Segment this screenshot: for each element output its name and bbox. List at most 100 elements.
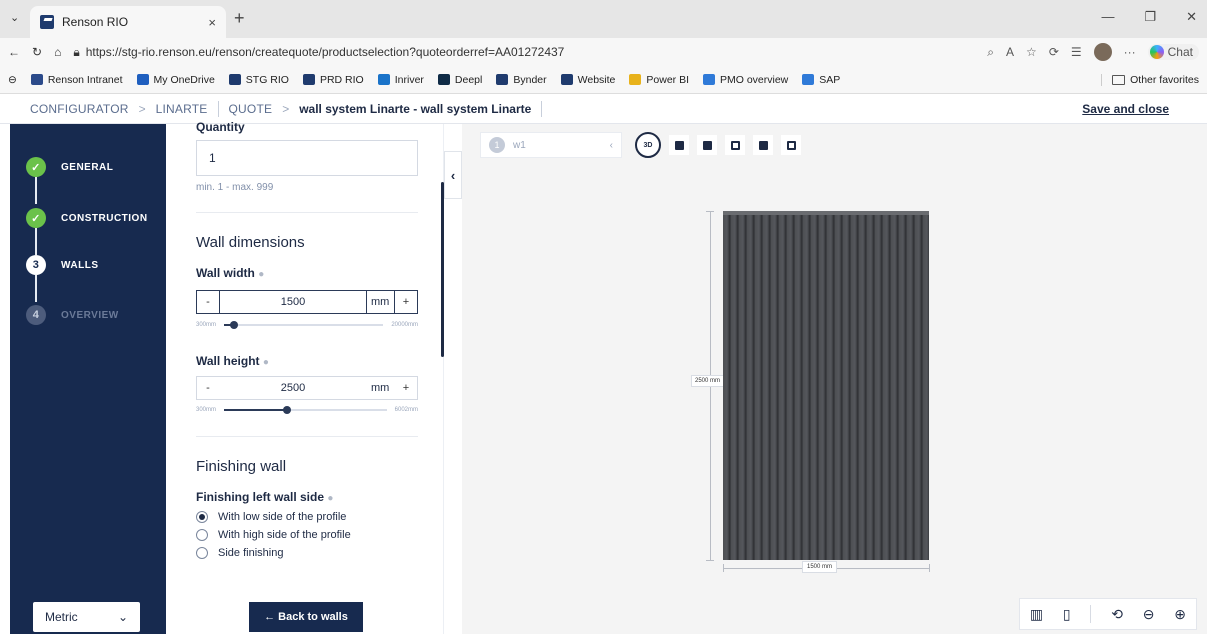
help-icon[interactable]: ● <box>327 493 333 504</box>
other-favorites[interactable]: Other favorites <box>1101 73 1199 86</box>
step-number: 4 <box>26 305 46 325</box>
slider-handle[interactable] <box>229 321 238 329</box>
viewer-toolbar: ▥ ▯ ⟲ ⊖ ⊕ <box>1019 598 1197 630</box>
chevron-left-icon: ‹ <box>609 139 613 151</box>
breadcrumb-linarte[interactable]: LINARTE <box>156 102 208 116</box>
wall-height-input[interactable]: 2500 <box>219 382 367 394</box>
radio-low-side[interactable]: With low side of the profile <box>196 511 418 523</box>
favorite-star-icon[interactable]: ☆ <box>1026 45 1037 59</box>
wall-height-slider[interactable]: 300mm 6002mm <box>196 403 418 417</box>
view-back-button[interactable] <box>697 135 717 155</box>
help-icon[interactable]: ● <box>258 269 264 280</box>
bookmark-item[interactable]: Bynder <box>496 73 547 86</box>
wall-selector[interactable]: 1 w1 ‹ <box>480 132 622 158</box>
zoom-in-icon[interactable]: ⊕ <box>1174 606 1186 623</box>
slider-min: 300mm <box>196 407 217 413</box>
more-icon[interactable]: ··· <box>1124 45 1136 59</box>
lock-icon: 🔒︎ <box>73 44 80 59</box>
bookmark-item[interactable]: Inriver <box>377 74 424 86</box>
reset-view-icon[interactable]: ⟲ <box>1111 606 1123 623</box>
favorites-icon[interactable]: ☰ <box>1071 45 1082 59</box>
url-field[interactable]: 🔒︎ https://stg-rio.renson.eu/renson/crea… <box>73 45 975 60</box>
bookmark-item[interactable]: PMO overview <box>703 74 788 86</box>
steps-sidebar: ✓ GENERAL ✓ CONSTRUCTION 3 WALLS 4 OVERV… <box>10 124 166 634</box>
panel-scrollbar[interactable] <box>441 182 444 357</box>
bookmark-item[interactable]: My OneDrive <box>136 74 215 86</box>
step-general[interactable]: ✓ GENERAL <box>26 157 113 177</box>
wall-width-increment-button[interactable]: + <box>395 296 417 308</box>
tab-close-icon[interactable]: × <box>208 15 216 30</box>
view-right-button[interactable] <box>753 135 773 155</box>
slats-view-icon[interactable]: ▥ <box>1030 606 1043 623</box>
step-walls[interactable]: 3 WALLS <box>26 255 99 275</box>
quantity-input[interactable]: 1 <box>196 140 418 176</box>
browser-toolbar: ⌕ A ☆ ⟳ ☰ ··· Chat <box>987 43 1199 61</box>
radio-high-side[interactable]: With high side of the profile <box>196 529 418 541</box>
tab-actions-icon[interactable]: ⌄ <box>10 11 19 24</box>
breadcrumb-quote[interactable]: QUOTE <box>229 102 273 116</box>
frame-view-icon[interactable]: ▯ <box>1063 606 1071 623</box>
bookmark-icon <box>302 74 315 85</box>
back-icon[interactable]: ← <box>8 45 20 59</box>
collections-icon[interactable]: ⊖ <box>8 74 17 86</box>
radio-button[interactable] <box>196 529 208 541</box>
wall-height-increment-button[interactable]: + <box>395 382 417 394</box>
wall-width-decrement-button[interactable]: - <box>197 296 219 308</box>
browser-tab[interactable]: Renson RIO × <box>30 6 226 38</box>
copilot-chat-button[interactable]: Chat <box>1147 44 1199 60</box>
bookmark-item[interactable]: STG RIO <box>228 74 289 86</box>
wall-height-decrement-button[interactable]: - <box>197 382 219 394</box>
wall-preview-viewer: 1 w1 ‹ 3D 2500 mm 1500 mm ▥ ▯ ⟲ ⊖ ⊕ <box>462 124 1207 634</box>
height-dimension-label: 2500 mm <box>691 375 725 387</box>
bookmark-item[interactable]: Deepl <box>437 73 483 86</box>
back-to-walls-button[interactable]: ← Back to walls <box>249 602 363 632</box>
step-label: OVERVIEW <box>61 309 119 321</box>
help-icon[interactable]: ● <box>263 357 269 368</box>
zoom-icon[interactable]: ⌕ <box>987 45 994 60</box>
bookmark-item[interactable]: Renson Intranet <box>30 74 123 86</box>
new-tab-icon[interactable]: + <box>234 8 245 29</box>
save-and-close-link[interactable]: Save and close <box>1082 102 1169 116</box>
radio-button[interactable] <box>196 511 208 523</box>
bookmark-label: Bynder <box>513 73 547 86</box>
bookmark-item[interactable]: PRD RIO <box>302 74 364 86</box>
view-3d-button[interactable]: 3D <box>635 132 661 158</box>
radio-side-finishing[interactable]: Side finishing <box>196 547 418 559</box>
bookmark-item[interactable]: Power BI <box>629 74 689 86</box>
bookmark-icon <box>560 74 573 85</box>
dimension-tick <box>929 564 930 572</box>
app-header: CONFIGURATOR > LINARTE QUOTE > wall syst… <box>0 94 1207 124</box>
step-construction[interactable]: ✓ CONSTRUCTION <box>26 208 148 228</box>
finishing-radio-group: With low side of the profile With high s… <box>196 511 418 565</box>
view-front-button[interactable] <box>669 135 689 155</box>
read-aloud-icon[interactable]: A <box>1006 45 1014 59</box>
wall-width-input[interactable]: 1500 <box>219 291 367 313</box>
profile-avatar[interactable] <box>1093 43 1112 61</box>
slider-handle[interactable] <box>282 406 291 414</box>
unit-system-select[interactable]: Metric ⌄ <box>33 602 140 632</box>
bookmark-icon <box>377 74 390 85</box>
bookmark-item[interactable]: SAP <box>802 74 840 86</box>
radio-button[interactable] <box>196 547 208 559</box>
view-left-button[interactable] <box>725 135 745 155</box>
divider <box>196 436 418 437</box>
home-icon[interactable]: ⌂ <box>54 45 61 59</box>
minimize-icon[interactable]: — <box>1101 9 1114 25</box>
zoom-out-icon[interactable]: ⊖ <box>1143 606 1155 623</box>
unit-system-value: Metric <box>45 610 78 624</box>
maximize-icon[interactable]: ❐ <box>1144 9 1156 25</box>
breadcrumb-configurator[interactable]: CONFIGURATOR <box>30 102 129 116</box>
wall-width-label-text: Wall width <box>196 266 255 280</box>
slider-max: 6002mm <box>394 407 418 413</box>
view-top-button[interactable] <box>781 135 801 155</box>
bookmark-label: Deepl <box>454 73 483 86</box>
wall-width-slider[interactable]: 300mm 20000mm <box>196 318 418 332</box>
extensions-icon[interactable]: ⟳ <box>1049 45 1059 59</box>
step-connector <box>35 275 37 302</box>
step-connector <box>35 228 37 255</box>
close-window-icon[interactable]: ✕ <box>1186 9 1197 25</box>
bookmark-item[interactable]: Website <box>560 74 615 86</box>
configuration-panel: Quantity 1 min. 1 - max. 999 Wall dimens… <box>166 120 444 634</box>
refresh-icon[interactable]: ↻ <box>32 45 42 59</box>
collapse-panel-button[interactable]: ‹ <box>444 151 462 199</box>
